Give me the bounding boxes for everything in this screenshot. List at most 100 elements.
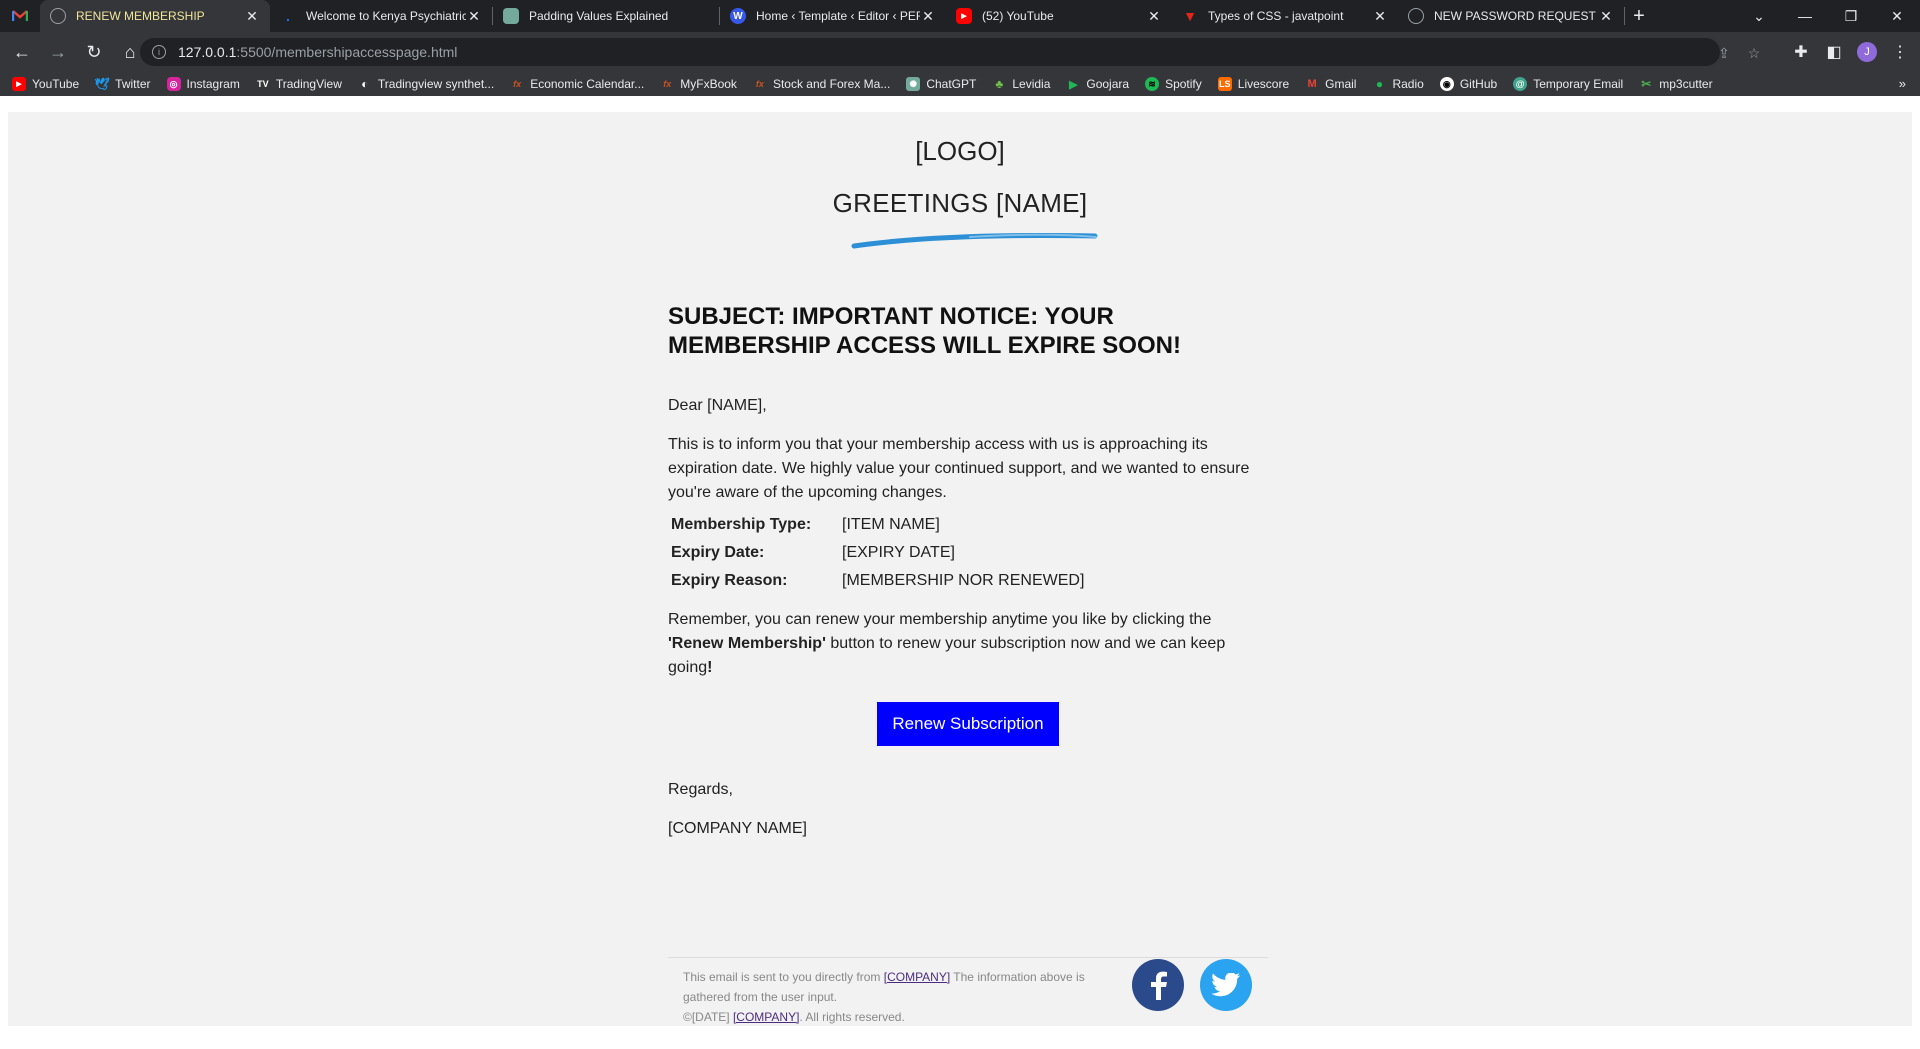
close-icon[interactable]: ✕ [466,8,482,24]
wordpress-icon: W [730,8,746,24]
bookmark-github[interactable]: ◉ GitHub [1439,77,1497,91]
facebook-button[interactable] [1132,959,1184,1011]
company-name: [COMPANY NAME] [668,820,807,837]
footer-copyright-company-link[interactable]: [COMPANY] [733,1010,799,1024]
chatgpt-icon [503,8,519,24]
radio-icon: ● [1375,77,1384,91]
spotify-icon: ≋ [1145,77,1160,91]
footer-company-link[interactable]: [COMPANY] [884,970,950,984]
greeting-heading: GREETINGS [NAME] [832,188,1088,218]
mail-icon: @ [1513,77,1528,91]
detail-row-expiry-reason: Expiry Reason: [MEMBERSHIP NOR RENEWED] [671,572,1085,589]
window-close-button[interactable]: ✕ [1874,0,1920,32]
bookmark-star-icon[interactable]: ☆ [1745,44,1763,62]
regards: Regards, [668,781,733,798]
back-button[interactable]: ← [8,38,36,66]
site-info-icon[interactable]: i [152,45,166,59]
bookmark-economic-calendar[interactable]: fx Economic Calendar... [510,77,644,91]
globe-icon [50,8,66,24]
extensions-icon[interactable]: ✚ [1787,38,1815,66]
bookmark-gmail[interactable]: M Gmail [1305,77,1357,91]
bookmark-instagram[interactable]: ◎ Instagram [166,77,240,91]
fx-icon: fx [513,79,522,89]
twitter-button[interactable] [1200,959,1252,1011]
bookmark-myfxbook[interactable]: fx MyFxBook [660,77,737,91]
bookmark-tradingview[interactable]: TV TradingView [256,77,342,91]
membership-details: Membership Type: [ITEM NAME] Expiry Date… [668,511,1258,595]
footer-text: This email is sent to you directly from … [683,970,1085,1024]
levidia-icon: ♣ [995,77,1004,91]
footer-divider [668,957,1268,958]
brush-underline [851,232,1098,249]
tab-youtube[interactable]: ▶ (52) YouTube ✕ [946,0,1172,32]
detail-row-expiry-date: Expiry Date: [EXPIRY DATE] [671,544,955,561]
intro-paragraph: This is to inform you that your membersh… [668,436,1250,501]
profile-avatar[interactable]: J [1853,38,1881,66]
page-viewport: [LOGO] GREETINGS [NAME] SUBJECT: IMPORTA… [0,96,1920,1049]
subject-heading: SUBJECT: IMPORTANT NOTICE: YOUR MEMBERSH… [668,303,1181,359]
tab-types-of-css[interactable]: ▼ Types of CSS - javatpoint ✕ [1172,0,1398,32]
tab-wordpress-editor[interactable]: W Home ‹ Template ‹ Editor ‹ PER ✕ [720,0,946,32]
bookmark-stock-forex[interactable]: fx Stock and Forex Ma... [753,77,890,91]
github-icon: ◉ [1439,77,1454,91]
fx-icon: fx [755,79,764,89]
instagram-icon: ◎ [166,77,181,91]
renew-subscription-button[interactable]: Renew Subscription [877,702,1059,746]
close-icon[interactable]: ✕ [920,8,936,24]
bookmark-radio[interactable]: ● Radio [1372,77,1424,91]
bookmark-youtube[interactable]: ▶ YouTube [12,77,79,91]
bookmarks-overflow-icon[interactable]: » [1899,76,1906,91]
tab-kenya-psychiatric[interactable]: . Welcome to Kenya Psychiatric A ✕ [270,0,492,32]
detail-row-membership-type: Membership Type: [ITEM NAME] [671,516,940,533]
bookmark-temporary-email[interactable]: @ Temporary Email [1513,77,1623,91]
tab-gmail[interactable] [0,0,40,32]
email-page: [LOGO] GREETINGS [NAME] SUBJECT: IMPORTA… [8,112,1912,1026]
reload-button[interactable]: ↻ [80,38,108,66]
youtube-icon: ▶ [956,8,972,24]
share-icon[interactable]: ⇪ [1715,44,1733,62]
javatpoint-icon: ▼ [1183,8,1197,24]
tab-new-password-request[interactable]: NEW PASSWORD REQUEST ✕ [1398,0,1624,32]
tab-strip: RENEW MEMBERSHIP ✕ . Welcome to Kenya Ps… [0,0,1920,32]
bookmark-chatgpt[interactable]: ✺ ChatGPT [906,77,976,91]
close-icon[interactable]: ✕ [244,8,260,24]
bookmark-mp3cutter[interactable]: ✂ mp3cutter [1639,77,1712,91]
gmail-icon [12,10,28,21]
browser-toolbar: ← → ↻ ⌂ i 127.0.0.1:5500/membershipacces… [0,32,1920,72]
minimize-button[interactable]: — [1782,0,1828,32]
tab-padding-values[interactable]: Padding Values Explained [493,0,719,32]
play-icon: ▶ [1069,78,1078,91]
globe-icon [1408,8,1424,24]
logo: [LOGO] [915,136,1005,166]
restore-button[interactable]: ❐ [1828,0,1874,32]
chatgpt-icon: ✺ [906,77,921,91]
new-tab-button[interactable]: + [1625,0,1653,32]
bookmark-spotify[interactable]: ≋ Spotify [1145,77,1202,91]
close-icon[interactable]: ✕ [1372,8,1388,24]
youtube-icon: ▶ [12,77,26,91]
tab-renew-membership[interactable]: RENEW MEMBERSHIP ✕ [40,0,270,32]
address-bar[interactable]: i 127.0.0.1:5500/membershipaccesspage.ht… [140,38,1760,66]
salutation: Dear [NAME], [668,397,767,414]
bookmark-levidia[interactable]: ♣ Levidia [992,77,1050,91]
moon-icon: ◐ [361,77,369,91]
twitter-icon [1211,973,1241,997]
mp3cutter-icon: ✂ [1641,77,1652,91]
bookmark-tradingview-synthetics[interactable]: ◐ Tradingview synthet... [358,77,494,91]
facebook-icon [1151,971,1167,1000]
forward-button[interactable]: → [44,38,72,66]
tradingview-icon: TV [257,79,269,89]
bookmark-livescore[interactable]: LS Livescore [1217,77,1289,91]
fx-icon: fx [663,79,672,89]
bookmark-twitter[interactable]: 🕊 Twitter [94,77,151,91]
side-panel-icon[interactable]: ◧ [1820,38,1848,66]
livescore-icon: LS [1217,77,1232,91]
menu-kebab-icon[interactable]: ⋮ [1886,38,1914,66]
close-icon[interactable]: ✕ [1146,8,1162,24]
twitter-icon: 🕊 [94,77,110,91]
tab-search-button[interactable]: ⌄ [1736,0,1782,32]
gmail-icon: M [1307,78,1317,90]
reminder-paragraph: Remember, you can renew your membership … [668,611,1226,676]
close-icon[interactable]: ✕ [1598,8,1614,24]
bookmark-goojara[interactable]: ▶ Goojara [1066,77,1129,91]
